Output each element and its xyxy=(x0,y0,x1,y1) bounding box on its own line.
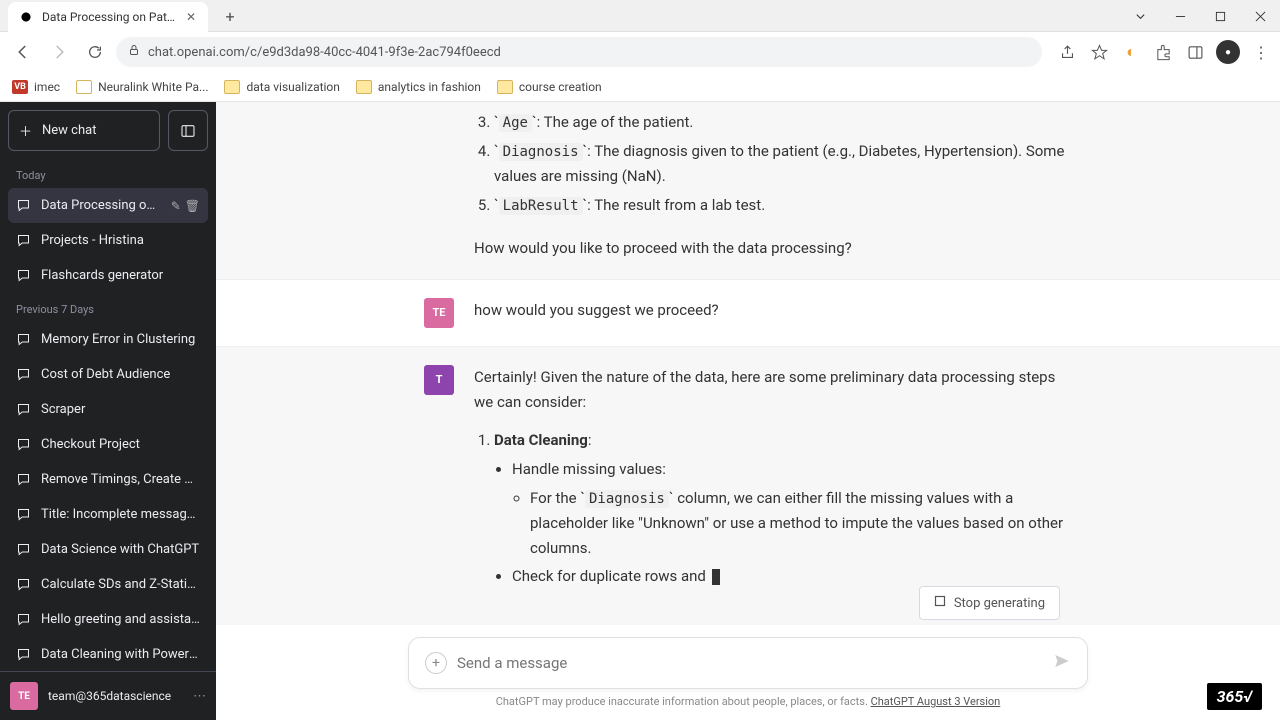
bookmark-item[interactable]: Neuralink White Pa... xyxy=(76,80,208,94)
url-input[interactable]: chat.openai.com/c/e9d3da98-40cc-4041-9f3… xyxy=(116,37,1042,67)
lock-icon xyxy=(128,44,140,60)
sidebar-chat-item[interactable]: Memory Error in Clustering xyxy=(8,322,208,357)
edit-icon[interactable]: ✎ xyxy=(171,199,181,213)
address-bar: chat.openai.com/c/e9d3da98-40cc-4041-9f3… xyxy=(0,32,1280,72)
code-age: Age xyxy=(499,114,532,132)
reload-button[interactable] xyxy=(80,37,110,67)
assistant-message-2: T Certainly! Given the nature of the dat… xyxy=(216,347,1280,625)
extension-icon-1[interactable]: ◐ xyxy=(1120,41,1142,63)
profile-avatar[interactable]: ● xyxy=(1216,40,1240,64)
close-tab-icon[interactable]: ✕ xyxy=(184,10,198,24)
sidebar-chat-item[interactable]: Cost of Debt Audience xyxy=(8,357,208,392)
code-labresult: LabResult xyxy=(499,197,583,215)
user-msg-avatar: TE xyxy=(424,298,454,328)
user-avatar: TE xyxy=(10,682,38,710)
bookmark-icon: VB xyxy=(12,80,28,94)
stop-generating-button[interactable]: Stop generating xyxy=(919,586,1060,620)
tab-title: Data Processing on Patients Dat xyxy=(42,10,176,24)
send-button[interactable] xyxy=(1053,652,1071,674)
bookmark-star-icon[interactable] xyxy=(1088,41,1110,63)
close-window-button[interactable] xyxy=(1240,0,1280,32)
delete-icon[interactable]: 🗑 xyxy=(185,199,200,213)
sidebar-chat-item[interactable]: Remove Timings, Create Scri xyxy=(8,462,208,497)
message-input[interactable] xyxy=(457,654,1043,672)
sidebar-chat-item[interactable]: Data Science with ChatGPT xyxy=(8,532,208,567)
url-text: chat.openai.com/c/e9d3da98-40cc-4041-9f3… xyxy=(148,45,501,60)
stop-icon xyxy=(934,595,946,611)
sidebar-chat-item[interactable]: Scraper xyxy=(8,392,208,427)
sidebar-chat-item[interactable]: Checkout Project xyxy=(8,427,208,462)
sidebar-chat-item[interactable]: Flashcards generator xyxy=(8,258,208,293)
maximize-button[interactable] xyxy=(1200,0,1240,32)
message-input-area: + ChatGPT may produce inaccurate informa… xyxy=(216,625,1280,720)
chrome-dropdown-icon[interactable] xyxy=(1120,0,1160,32)
sidebar-section-label: Today xyxy=(8,159,208,188)
extensions-icon[interactable] xyxy=(1152,41,1174,63)
new-tab-button[interactable]: + xyxy=(216,2,244,30)
bookmark-item[interactable]: VBimec xyxy=(12,80,60,94)
folder-icon xyxy=(356,80,372,94)
collapse-sidebar-button[interactable] xyxy=(168,110,208,151)
new-chat-label: New chat xyxy=(42,123,96,138)
assistant-intro: Certainly! Given the nature of the data,… xyxy=(474,365,1072,415)
sidebar-chat-item[interactable]: Data Cleaning with Power Qu xyxy=(8,637,208,671)
disclaimer-text: ChatGPT may produce inaccurate informati… xyxy=(216,689,1280,714)
user-email: team@365datascience xyxy=(48,689,183,703)
sidebar-chat-item[interactable]: Title: Incomplete message, re xyxy=(8,497,208,532)
bookmark-item[interactable]: data visualization xyxy=(224,80,339,94)
bookmark-item[interactable]: course creation xyxy=(497,80,602,94)
assistant-avatar: T xyxy=(424,365,454,395)
code-diagnosis: Diagnosis xyxy=(499,143,583,161)
share-icon[interactable] xyxy=(1056,41,1078,63)
sidebar-chat-item[interactable]: Projects - Hristina xyxy=(8,223,208,258)
bookmark-icon xyxy=(76,80,92,94)
typing-cursor-icon xyxy=(712,569,720,585)
assistant-message-0: `Age`: The age of the patient. `Diagnosi… xyxy=(216,102,1280,280)
forward-button[interactable] xyxy=(44,37,74,67)
sidebar-section-label: Previous 7 Days xyxy=(8,293,208,322)
window-titlebar: Data Processing on Patients Dat ✕ + xyxy=(0,0,1280,32)
user-message-1: TE how would you suggest we proceed? xyxy=(216,280,1280,347)
user-msg-text: how would you suggest we proceed? xyxy=(474,298,1072,328)
menu-dots-icon[interactable]: ⋮ xyxy=(1250,41,1272,63)
bookmarks-bar: VBimec Neuralink White Pa... data visualiz… xyxy=(0,72,1280,102)
version-link[interactable]: ChatGPT August 3 Version xyxy=(871,695,1001,708)
bookmark-item[interactable]: analytics in fashion xyxy=(356,80,481,94)
back-button[interactable] xyxy=(8,37,38,67)
sidebar-chat-item[interactable]: Calculate SDs and Z-Statistic xyxy=(8,567,208,602)
chat-sidebar: ＋ New chat TodayData Processing on Pa✎ 🗑… xyxy=(0,102,216,720)
new-chat-button[interactable]: ＋ New chat xyxy=(8,110,160,151)
watermark-badge: 365√ xyxy=(1207,683,1262,710)
plus-icon: ＋ xyxy=(19,121,32,140)
assistant-followup: How would you like to proceed with the d… xyxy=(474,236,1072,261)
folder-icon xyxy=(497,80,513,94)
user-menu-icon[interactable]: ⋯ xyxy=(193,689,206,704)
sidebar-chat-item[interactable]: Hello greeting and assistance xyxy=(8,602,208,637)
attach-button[interactable]: + xyxy=(425,652,447,674)
side-panel-icon[interactable] xyxy=(1184,41,1206,63)
sidebar-chat-item[interactable]: Data Processing on Pa✎ 🗑 xyxy=(8,188,208,223)
minimize-button[interactable] xyxy=(1160,0,1200,32)
folder-icon xyxy=(224,80,240,94)
chat-content: `Age`: The age of the patient. `Diagnosi… xyxy=(216,102,1280,720)
sidebar-user-row[interactable]: TE team@365datascience ⋯ xyxy=(0,671,216,720)
tab-favicon-icon xyxy=(18,9,34,25)
browser-tab-active[interactable]: Data Processing on Patients Dat ✕ xyxy=(8,2,208,32)
